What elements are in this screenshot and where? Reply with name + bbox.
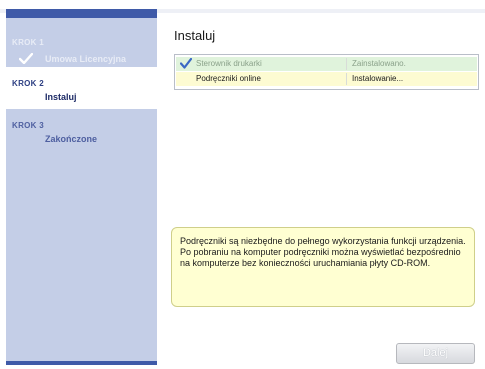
column-divider xyxy=(346,73,347,85)
list-item: Podręczniki online Instalowanie... xyxy=(176,72,477,86)
step-2-number: KROK 2 xyxy=(12,79,45,88)
step-2-label: Instaluj xyxy=(45,92,77,102)
list-item: Sterownik drukarki Zainstalowano. xyxy=(176,57,477,71)
next-button[interactable]: Dalej xyxy=(396,343,475,364)
page-title: Instaluj xyxy=(174,28,216,43)
install-list: Sterownik drukarki Zainstalowano. Podręc… xyxy=(174,54,479,90)
item-name: Sterownik drukarki xyxy=(196,59,262,68)
info-box: Podręczniki są niezbędne do pełnego wyko… xyxy=(171,227,475,307)
checkmark-icon xyxy=(19,53,33,64)
item-name: Podręczniki online xyxy=(196,74,261,83)
step-1-number: KROK 1 xyxy=(12,38,45,47)
sidebar-top-bar xyxy=(6,9,157,18)
step-1: KROK 1 Umowa Licencyjna xyxy=(6,21,157,67)
item-status: Zainstalowano. xyxy=(352,59,406,68)
sidebar-bottom-bar xyxy=(6,361,157,365)
step-3-number: KROK 3 xyxy=(12,121,45,130)
step-3-label: Zakończone xyxy=(45,134,98,144)
steps-sidebar: KROK 1 Umowa Licencyjna KROK 2 Instaluj … xyxy=(6,9,157,365)
item-status: Instalowanie... xyxy=(352,74,404,83)
step-3: KROK 3 Zakończone xyxy=(6,109,157,149)
step-2: KROK 2 Instaluj xyxy=(6,67,157,109)
column-divider xyxy=(346,58,347,70)
checkmark-icon xyxy=(180,58,192,69)
step-1-label: Umowa Licencyjna xyxy=(45,54,127,64)
